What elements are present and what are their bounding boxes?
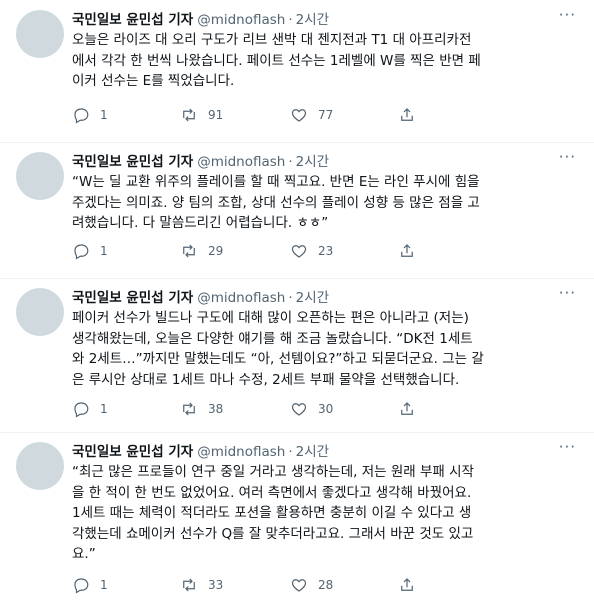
- separator-dot: ·: [288, 12, 293, 28]
- retweet-count: 33: [208, 578, 224, 592]
- like-count: 77: [318, 108, 334, 122]
- retweet-count: 29: [208, 244, 224, 258]
- reply-button[interactable]: 1: [72, 576, 108, 594]
- tweet-text-line: 을 한 적이 한 번도 없었어요. 여러 측면에서 좋겠다고 생각해 바꿨어요.: [72, 484, 472, 501]
- retweet-count: 38: [208, 402, 224, 416]
- heart-icon: [291, 245, 307, 258]
- more-options-icon[interactable]: ···: [559, 6, 576, 24]
- tweet-actions: 1 29 23: [72, 242, 572, 262]
- tweet-text-line: “최근 많은 프로들이 연구 중일 거라고 생각하는데, 저는 원래 부패 시작: [72, 464, 474, 480]
- avatar[interactable]: [16, 442, 64, 490]
- tweet-text-line: 각했는데 쇼메이커 선수가 Q를 잘 맞추더라고요. 그래서 바꾼 것도 있고: [72, 525, 474, 542]
- tweet-text: 페이커 선수가 빌드나 구도에 대해 많이 오픈하는 편은 아니라고 (저는) …: [72, 308, 582, 390]
- tweet-header: 국민일보 윤민섭 기자 @midnoflash · 2시간: [72, 286, 329, 306]
- author-name[interactable]: 국민일보 윤민섭 기자: [72, 290, 193, 306]
- more-options-icon[interactable]: ···: [559, 148, 576, 166]
- heart-icon: [291, 579, 307, 592]
- more-options-icon[interactable]: ···: [559, 284, 576, 302]
- tweet-text-line: 려했습니다. 다 말씀드리긴 어렵습니다. ㅎㅎ”: [72, 215, 329, 231]
- author-handle[interactable]: @midnoflash: [197, 154, 285, 170]
- tweet-text-line: 에서 각각 한 번씩 나왔습니다. 페이트 선수는 1레벨에 W를 찍은 반면 …: [72, 52, 481, 69]
- reply-button[interactable]: 1: [72, 242, 108, 260]
- reply-icon: [74, 578, 89, 594]
- tweet-text-line: 은 루시안 상대로 1세트 마나 수정, 2세트 부패 물약을 선택했습니다.: [72, 371, 460, 388]
- tweet[interactable]: 국민일보 윤민섭 기자 @midnoflash · 2시간 ··· “W는 딜 교환 …: [0, 142, 594, 278]
- like-count: 28: [318, 578, 334, 592]
- timestamp[interactable]: 2시간: [296, 290, 329, 306]
- reply-count: 1: [100, 402, 108, 416]
- author-handle[interactable]: @midnoflash: [197, 12, 285, 28]
- share-button[interactable]: [398, 576, 416, 594]
- tweet-text-line: 요.”: [72, 546, 96, 562]
- reply-count: 1: [100, 108, 108, 122]
- like-button[interactable]: 30: [290, 400, 333, 418]
- share-button[interactable]: [398, 400, 416, 418]
- tweet-text: 오늘은 라이즈 대 오리 구도가 리브 샌박 대 젠지전과 T1 대 아프리카전…: [72, 30, 582, 92]
- tweet-actions: 1 91 77: [72, 106, 572, 126]
- like-count: 30: [318, 402, 334, 416]
- avatar[interactable]: [16, 288, 64, 336]
- share-icon: [401, 244, 413, 257]
- reply-button[interactable]: 1: [72, 400, 108, 418]
- tweet-text: “최근 많은 프로들이 연구 중일 거라고 생각하는데, 저는 원래 부패 시작…: [72, 462, 582, 565]
- tweet-text-line: 생각해왔는데, 오늘은 다양한 얘기를 해 조금 놀랐습니다. “DK전 1세트: [72, 330, 473, 347]
- timestamp[interactable]: 2시간: [296, 154, 329, 170]
- tweet[interactable]: 국민일보 윤민섭 기자 @midnoflash · 2시간 ··· 오늘은 라이즈 대…: [0, 0, 594, 142]
- separator-dot: ·: [288, 444, 293, 460]
- share-icon: [401, 578, 413, 591]
- share-button[interactable]: [398, 242, 416, 260]
- timestamp[interactable]: 2시간: [296, 12, 329, 28]
- reply-button[interactable]: 1: [72, 106, 108, 124]
- tweet-text-line: 오늘은 라이즈 대 오리 구도가 리브 샌박 대 젠지전과 T1 대 아프리카전: [72, 32, 472, 48]
- tweet-text-line: 페이커 선수가 빌드나 구도에 대해 많이 오픈하는 편은 아니라고 (저는): [72, 310, 469, 326]
- retweet-button[interactable]: 33: [180, 576, 223, 594]
- author-name[interactable]: 국민일보 윤민섭 기자: [72, 12, 193, 28]
- reply-icon: [74, 402, 89, 418]
- like-button[interactable]: 77: [290, 106, 333, 124]
- retweet-icon: [183, 244, 195, 258]
- retweet-icon: [183, 402, 195, 416]
- author-name[interactable]: 국민일보 윤민섭 기자: [72, 154, 193, 170]
- tweet-text-line: 1세트 때는 체력이 적더라도 포션을 활용하면 충분히 이길 수 있다고 생: [72, 505, 472, 521]
- reply-count: 1: [100, 244, 108, 258]
- separator-dot: ·: [288, 154, 293, 170]
- tweet[interactable]: 국민일보 윤민섭 기자 @midnoflash · 2시간 ··· “최근 많은 프로…: [0, 432, 594, 609]
- avatar[interactable]: [16, 152, 64, 200]
- share-icon: [401, 108, 413, 121]
- heart-icon: [291, 403, 307, 416]
- heart-icon: [291, 109, 307, 122]
- retweet-icon: [183, 578, 195, 592]
- share-icon: [401, 402, 413, 415]
- reply-count: 1: [100, 578, 108, 592]
- timestamp[interactable]: 2시간: [296, 444, 329, 460]
- retweet-button[interactable]: 91: [180, 106, 223, 124]
- author-name[interactable]: 국민일보 윤민섭 기자: [72, 444, 193, 460]
- reply-icon: [74, 108, 89, 124]
- like-button[interactable]: 28: [290, 576, 333, 594]
- tweet-actions: 1 33 28: [72, 576, 572, 596]
- share-button[interactable]: [398, 106, 416, 124]
- tweet-text-line: “W는 딜 교환 위주의 플레이를 할 때 찍고요. 반면 E는 라인 푸시에 …: [72, 174, 480, 190]
- tweet-actions: 1 38 30: [72, 400, 572, 420]
- like-count: 23: [318, 244, 334, 258]
- tweet-text-line: 주겠다는 의미죠. 양 팀의 조합, 상대 선수의 플레이 성향 등 많은 점을…: [72, 194, 480, 211]
- separator-dot: ·: [288, 290, 293, 306]
- author-handle[interactable]: @midnoflash: [197, 444, 285, 460]
- avatar[interactable]: [16, 10, 64, 58]
- tweet-header: 국민일보 윤민섭 기자 @midnoflash · 2시간: [72, 150, 329, 170]
- tweet[interactable]: 국민일보 윤민섭 기자 @midnoflash · 2시간 ··· 페이커 선수가 빌…: [0, 278, 594, 432]
- tweet-header: 국민일보 윤민섭 기자 @midnoflash · 2시간: [72, 8, 329, 28]
- like-button[interactable]: 23: [290, 242, 333, 260]
- tweet-text-line: 와 2세트…”까지만 말했는데도 “아, 선템이요?”하고 되묻더군요. 그는 …: [72, 351, 484, 367]
- more-options-icon[interactable]: ···: [559, 438, 576, 456]
- retweet-count: 91: [208, 108, 224, 122]
- author-handle[interactable]: @midnoflash: [197, 290, 285, 306]
- retweet-icon: [183, 108, 195, 122]
- tweet-text: “W는 딜 교환 위주의 플레이를 할 때 찍고요. 반면 E는 라인 푸시에 …: [72, 172, 582, 234]
- retweet-button[interactable]: 29: [180, 242, 223, 260]
- retweet-button[interactable]: 38: [180, 400, 223, 418]
- tweet-text-line: 이커 선수는 E를 찍었습니다.: [72, 73, 235, 89]
- tweet-header: 국민일보 윤민섭 기자 @midnoflash · 2시간: [72, 440, 329, 460]
- reply-icon: [74, 244, 89, 260]
